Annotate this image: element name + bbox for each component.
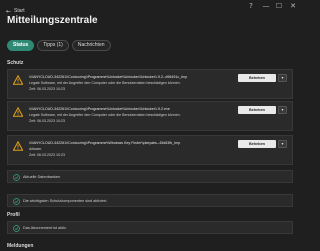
fix-button[interactable]: Beheben [238, 74, 276, 82]
title-bar: ? — ☐ ✕ [0, 0, 300, 12]
page-title: Mitteilungszentrale [7, 15, 98, 26]
tab-bar: Status Tipps (1) Nachrichten [7, 40, 111, 51]
warning-icon [13, 75, 23, 85]
status-text: Die wichtigsten Schutzkomponenten sind a… [23, 199, 108, 203]
chevron-down-icon[interactable]: ▾ [278, 106, 287, 114]
threat-time: Zeit: 06.03.2023 10:23 [29, 87, 65, 91]
check-circle-icon [13, 225, 20, 232]
profile-item: Das Abonnement ist aktiv. [7, 221, 293, 234]
section-profil-heading: Profil [7, 212, 20, 218]
threat-details: \\\\ANYCLOUD-342261\\Contouring\\Program… [29, 106, 225, 124]
warning-icon [13, 107, 23, 117]
arrow-left-icon: ← [6, 7, 12, 15]
tab-tipps[interactable]: Tipps (1) [37, 40, 69, 51]
threat-card: \\\\ANYCLOUD-342261\\Contouring\\Program… [7, 101, 293, 131]
threat-time: Zeit: 06.03.2023 10:23 [29, 153, 65, 157]
status-item: Aktuelle Datenbanken [7, 170, 293, 183]
threat-details: \\\\ANYCLOUD-342261\\Contouring\\Program… [29, 74, 225, 92]
threat-details: \\\\ANYCLOUD-342261\\Contouring\\Program… [29, 140, 225, 158]
status-item: Die wichtigsten Schutzkomponenten sind a… [7, 194, 293, 207]
fix-button[interactable]: Beheben [238, 106, 276, 114]
threat-time: Zeit: 06.03.2023 10:23 [29, 119, 65, 123]
chevron-down-icon[interactable]: ▾ [278, 140, 287, 148]
status-text: Aktuelle Datenbanken [23, 175, 61, 179]
tab-nachrichten[interactable]: Nachrichten [71, 40, 111, 51]
back-label: Start [14, 8, 25, 14]
close-icon[interactable]: ✕ [285, 1, 301, 11]
chevron-down-icon[interactable]: ▾ [278, 74, 287, 82]
check-circle-icon [13, 174, 20, 181]
section-meldungen-heading: Meldungen [7, 243, 34, 249]
check-circle-icon [13, 198, 20, 205]
profile-text: Das Abonnement ist aktiv. [23, 226, 67, 230]
threat-card: \\\\ANYCLOUD-342261\\Contouring\\Program… [7, 69, 293, 99]
tab-status[interactable]: Status [7, 40, 35, 51]
warning-icon [13, 141, 23, 151]
help-icon[interactable]: ? [243, 1, 259, 11]
threat-card: \\\\ANYCLOUD-342261\\Contouring\\Program… [7, 135, 293, 165]
fix-button[interactable]: Beheben [238, 140, 276, 148]
section-schutz-heading: Schutz [7, 60, 24, 66]
